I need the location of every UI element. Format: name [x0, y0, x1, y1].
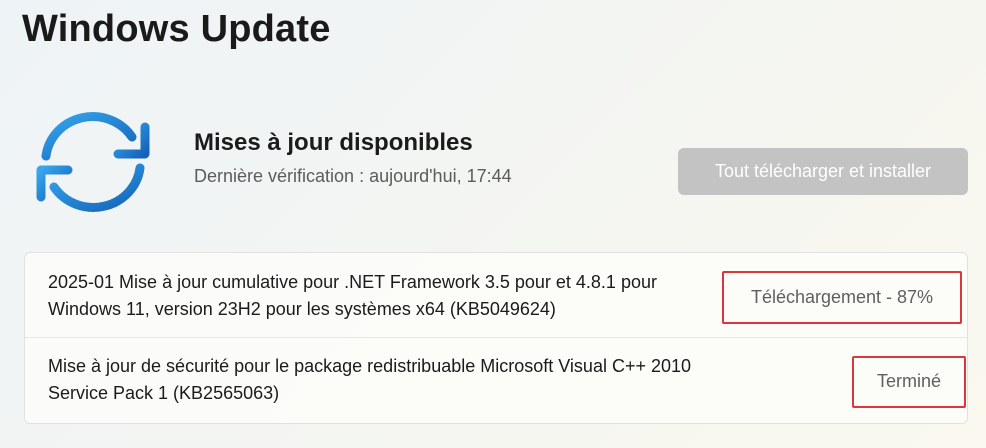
completed-status: Terminé — [852, 356, 966, 408]
update-item: Mise à jour de sécurité pour le package … — [25, 338, 967, 422]
update-title: 2025-01 Mise à jour cumulative pour .NET… — [48, 272, 657, 319]
update-item: 2025-01 Mise à jour cumulative pour .NET… — [25, 253, 967, 338]
last-check-text: Dernière vérification : aujourd'hui, 17:… — [194, 166, 512, 186]
updates-available-heading: Mises à jour disponibles — [194, 129, 473, 156]
update-list: 2025-01 Mise à jour cumulative pour .NET… — [24, 252, 968, 424]
update-status-text: Mises à jour disponibles Dernière vérifi… — [194, 129, 512, 187]
download-status: Téléchargement - 87% — [722, 271, 962, 324]
page-title: Windows Update — [22, 8, 331, 50]
sync-icon — [36, 112, 150, 212]
update-title: Mise à jour de sécurité pour le package … — [48, 356, 692, 403]
download-install-all-button[interactable]: Tout télécharger et installer — [678, 148, 968, 195]
update-status-panel: Mises à jour disponibles Dernière vérifi… — [0, 100, 986, 220]
